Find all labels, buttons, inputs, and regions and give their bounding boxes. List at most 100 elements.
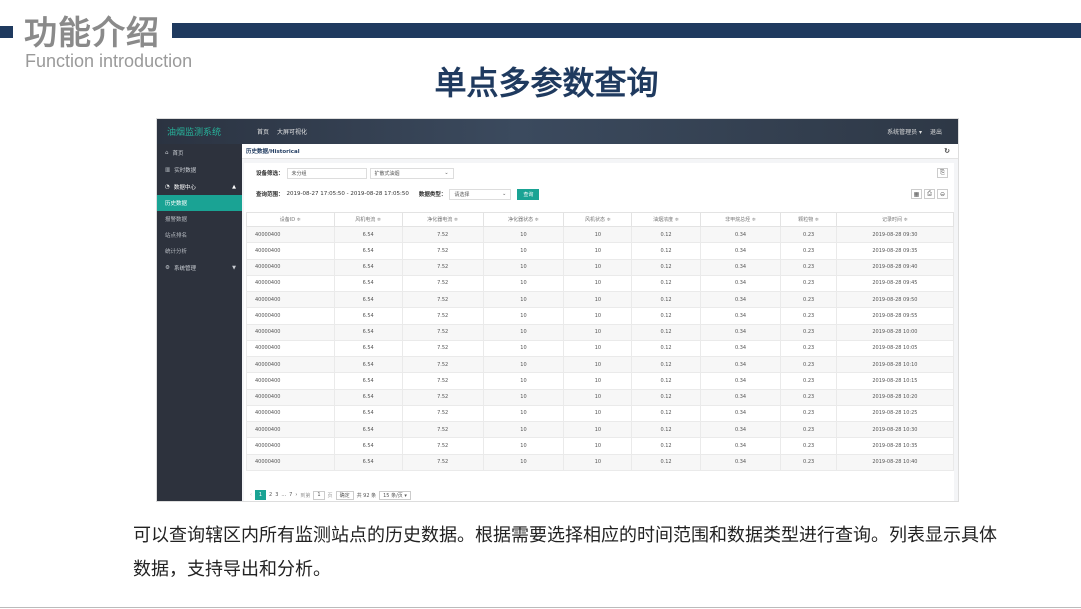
table-row[interactable]: 40000400 6.54 7.52 10 10 0.12 0.34 0.23 2019-08-… <box>246 388 955 406</box>
range-input[interactable]: 2019-08-27 17:05:50 - 2019-08-28 17:05:5… <box>287 191 409 197</box>
page-2[interactable]: 2 <box>269 492 272 498</box>
clock-icon: ◔ <box>165 183 170 190</box>
table-cell: 0.34 <box>699 339 782 358</box>
download-icon[interactable]: ⊖ <box>937 189 948 199</box>
sidebar-item-alarm[interactable]: 报警数据 <box>157 211 242 227</box>
export-icon[interactable]: ⎘ <box>937 168 948 178</box>
table-row[interactable]: 40000400 6.54 7.52 10 10 0.12 0.34 0.23 2019-08-… <box>246 372 955 390</box>
table-cell: 10 <box>563 258 633 276</box>
table-row[interactable]: 40000400 6.54 7.52 10 10 0.12 0.34 0.23 2019-08-… <box>246 453 955 471</box>
column-header[interactable]: 风机电流 ≑ <box>333 212 403 227</box>
table-cell: 0.12 <box>631 323 701 341</box>
table-cell: 10 <box>563 290 633 309</box>
table-cell: 7.52 <box>401 388 484 406</box>
sidebar-item-statistics[interactable]: 统计分析 <box>157 243 242 259</box>
table-header: 设备ID ≑ 风机电流 ≑ 净化器电流 ≑ 净化器状态 ≑ 风机状态 ≑ 油烟浓度 ≑ 非甲… <box>246 212 955 227</box>
table-cell: 7.52 <box>401 258 484 276</box>
column-header[interactable]: 颗粒物 ≑ <box>780 212 837 227</box>
column-header[interactable]: 设备ID ≑ <box>246 212 335 227</box>
table-cell: 6.54 <box>333 355 403 374</box>
caret-down-icon: ▼ <box>232 264 236 271</box>
print-icon[interactable]: ⎙ <box>924 189 935 199</box>
data-type-select[interactable]: 请选择 ⌄ <box>449 188 512 200</box>
table-cell: 7.52 <box>401 242 484 260</box>
table-row[interactable]: 40000400 6.54 7.52 10 10 0.12 0.34 0.23 2019-08-… <box>246 242 955 260</box>
table-cell: 6.54 <box>333 404 403 423</box>
table-cell: 7.52 <box>401 453 484 471</box>
table-row[interactable]: 40000400 6.54 7.52 10 10 0.12 0.34 0.23 2019-08-… <box>246 290 955 309</box>
table-cell: 10 <box>482 372 565 390</box>
slide-title: 单点多参数查询 <box>434 64 659 102</box>
prev-page-button[interactable]: ‹ <box>250 492 252 498</box>
device-filter-label: 设备筛选： <box>256 171 284 177</box>
table-cell: 0.23 <box>780 274 837 293</box>
table-row[interactable]: 40000400 6.54 7.52 10 10 0.12 0.34 0.23 2019-08-… <box>246 355 955 374</box>
sidebar-item-ranking[interactable]: 站点排名 <box>157 227 242 243</box>
table-row[interactable]: 40000400 6.54 7.52 10 10 0.12 0.34 0.23 2019-08-… <box>246 258 955 276</box>
page-3[interactable]: 3 <box>275 492 278 498</box>
per-page-select[interactable]: 15 条/页 ▾ <box>379 490 411 500</box>
refresh-icon[interactable]: ↻ <box>944 147 950 155</box>
column-header[interactable]: 油烟浓度 ≑ <box>631 212 701 227</box>
table-cell: 0.23 <box>780 290 837 309</box>
column-header[interactable]: 风机状态 ≑ <box>563 212 633 227</box>
sidebar-item-realtime[interactable]: ▥ 实时数据 <box>157 161 242 178</box>
table-row[interactable]: 40000400 6.54 7.52 10 10 0.12 0.34 0.23 2019-08-… <box>246 307 955 325</box>
table-cell: 10 <box>563 453 633 471</box>
table-row[interactable]: 40000400 6.54 7.52 10 10 0.12 0.34 0.23 2019-08-… <box>246 437 955 455</box>
column-header[interactable]: 记录时间 ≑ <box>835 212 955 227</box>
table-cell: 10 <box>482 420 565 439</box>
table-cell: 0.12 <box>631 242 701 260</box>
table-cell: 6.54 <box>333 242 403 260</box>
user-menu[interactable]: 系统管理员 ▾ <box>887 127 922 136</box>
sidebar-item-home[interactable]: ⌂ 首页 <box>157 144 242 161</box>
table-row[interactable]: 40000400 6.54 7.52 10 10 0.12 0.34 0.23 2019-08-… <box>246 225 955 244</box>
table-cell: 10 <box>482 339 565 358</box>
slide: 功能介绍 Function introduction 单点多参数查询 油烟监测系… <box>0 0 1081 609</box>
goto-page-input[interactable]: 1 <box>313 490 325 500</box>
sidebar-item-history[interactable]: 历史数据 <box>157 195 242 211</box>
device-group-select[interactable]: 未分组 <box>286 167 367 179</box>
table-cell: 6.54 <box>333 290 403 309</box>
table-cell: 10 <box>482 274 565 293</box>
table-row[interactable]: 40000400 6.54 7.52 10 10 0.12 0.34 0.23 2019-08-… <box>246 404 955 423</box>
goto-confirm-button[interactable]: 确定 <box>335 490 354 500</box>
table-cell: 10 <box>563 372 633 390</box>
column-header[interactable]: 净化器电流 ≑ <box>401 212 484 227</box>
table-cell: 0.34 <box>699 404 782 423</box>
table-cell: 10 <box>563 355 633 374</box>
table-row[interactable]: 40000400 6.54 7.52 10 10 0.12 0.34 0.23 2019-08-… <box>246 339 955 358</box>
sidebar-item-system[interactable]: ⚙ 系统管理 ▼ <box>157 259 242 276</box>
table-cell: 6.54 <box>333 339 403 358</box>
table-cell: 7.52 <box>401 437 484 455</box>
sidebar-item-data-center[interactable]: ◔ 数据中心 ▲ <box>157 178 242 195</box>
query-button[interactable]: 查询 <box>517 188 540 200</box>
table-cell: 10 <box>482 242 565 260</box>
table-row[interactable]: 40000400 6.54 7.52 10 10 0.12 0.34 0.23 2019-08-… <box>246 420 955 439</box>
column-header[interactable]: 非甲烷总烃 ≑ <box>699 212 782 227</box>
table-cell: 10 <box>563 420 633 439</box>
app-header: 油烟监测系统 首页 大屏可视化 系统管理员 ▾ 退出 <box>157 119 958 144</box>
table-cell: 0.23 <box>780 258 837 276</box>
table-cell: 0.34 <box>699 355 782 374</box>
table-cell: 0.34 <box>699 258 782 276</box>
divider <box>0 607 1081 608</box>
table-cell: 7.52 <box>401 420 484 439</box>
table-row[interactable]: 40000400 6.54 7.52 10 10 0.12 0.34 0.23 2019-08-… <box>246 274 955 293</box>
table-cell: 0.12 <box>631 307 701 325</box>
table-cell: 2019-08-28 10:25 <box>835 404 955 423</box>
device-type-select[interactable]: 扩散式油烟 ⌄ <box>369 167 454 179</box>
sidebar-item-label: 系统管理 <box>173 265 196 272</box>
next-page-button[interactable]: › <box>295 492 297 498</box>
column-header[interactable]: 净化器状态 ≑ <box>482 212 565 227</box>
device-filter-row: 设备筛选： 未分组 扩散式油烟 ⌄ ⎘ <box>244 165 954 181</box>
logout-link[interactable]: 退出 <box>930 127 942 136</box>
nav-dashboard[interactable]: 大屏可视化 <box>277 127 307 136</box>
filter-icon[interactable]: ▦ <box>911 189 922 199</box>
table-row[interactable]: 40000400 6.54 7.52 10 10 0.12 0.34 0.23 2019-08-… <box>246 323 955 341</box>
page-1[interactable]: 1 <box>255 490 266 500</box>
gear-icon: ⚙ <box>165 264 170 271</box>
nav-home[interactable]: 首页 <box>257 127 269 136</box>
page-7[interactable]: 7 <box>289 492 292 498</box>
table-cell: 7.52 <box>401 339 484 358</box>
